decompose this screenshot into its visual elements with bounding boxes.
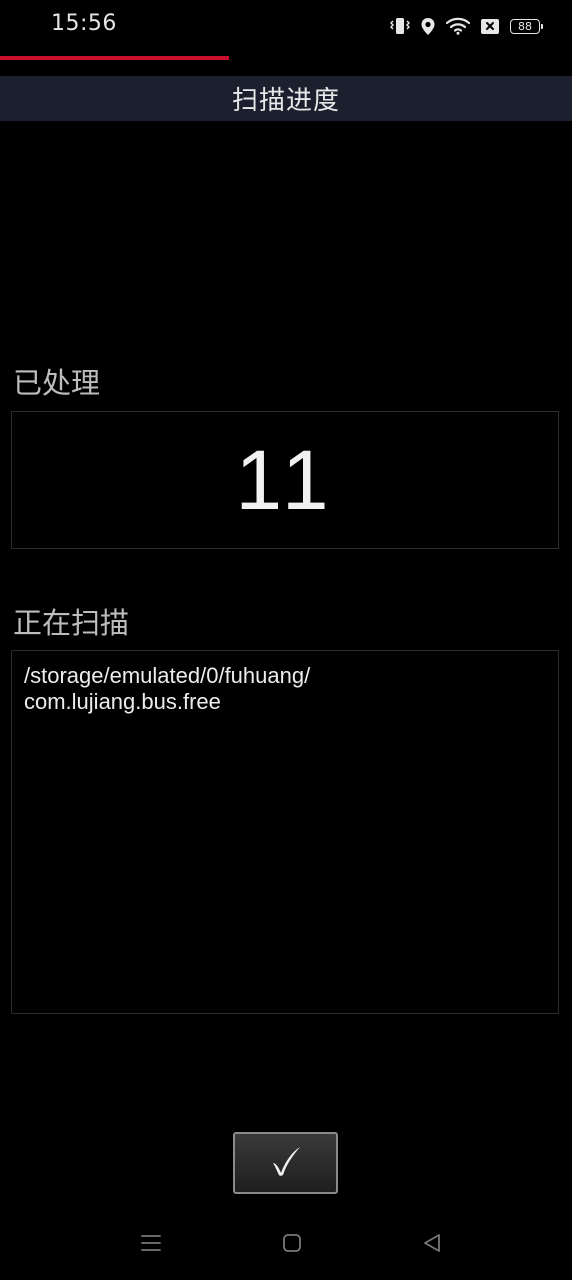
processed-count-box: 11 — [11, 411, 559, 549]
processed-label: 已处理 — [13, 366, 101, 400]
menu-button[interactable] — [133, 1232, 169, 1258]
nav-bar — [0, 1220, 572, 1280]
back-button[interactable] — [414, 1232, 450, 1258]
page-title: 扫描进度 — [231, 86, 340, 116]
home-icon — [281, 1232, 303, 1258]
menu-icon — [140, 1233, 162, 1257]
title-bar: 扫描进度 — [0, 76, 572, 121]
location-icon — [420, 17, 436, 36]
scanning-label: 正在扫描 — [13, 606, 130, 640]
back-icon — [421, 1232, 443, 1258]
status-icons: 88 — [390, 14, 543, 38]
status-bar: 15:56 88 — [0, 0, 572, 52]
scan-progress-fill — [0, 56, 229, 60]
no-sim-icon — [480, 18, 500, 35]
status-time: 15:56 — [51, 11, 117, 36]
wifi-icon — [446, 17, 470, 35]
scanning-path-box: /storage/emulated/0/fuhuang/ com.lujiang… — [11, 650, 559, 1014]
checkmark-icon — [269, 1144, 303, 1182]
confirm-button[interactable] — [233, 1132, 338, 1194]
battery-icon: 88 — [510, 18, 543, 34]
scanning-path: /storage/emulated/0/fuhuang/ com.lujiang… — [24, 663, 311, 714]
battery-level: 88 — [510, 18, 543, 34]
home-button[interactable] — [274, 1232, 310, 1258]
scan-progress-bar — [0, 56, 572, 60]
processed-count: 11 — [235, 433, 335, 527]
vibrate-icon — [390, 17, 410, 35]
